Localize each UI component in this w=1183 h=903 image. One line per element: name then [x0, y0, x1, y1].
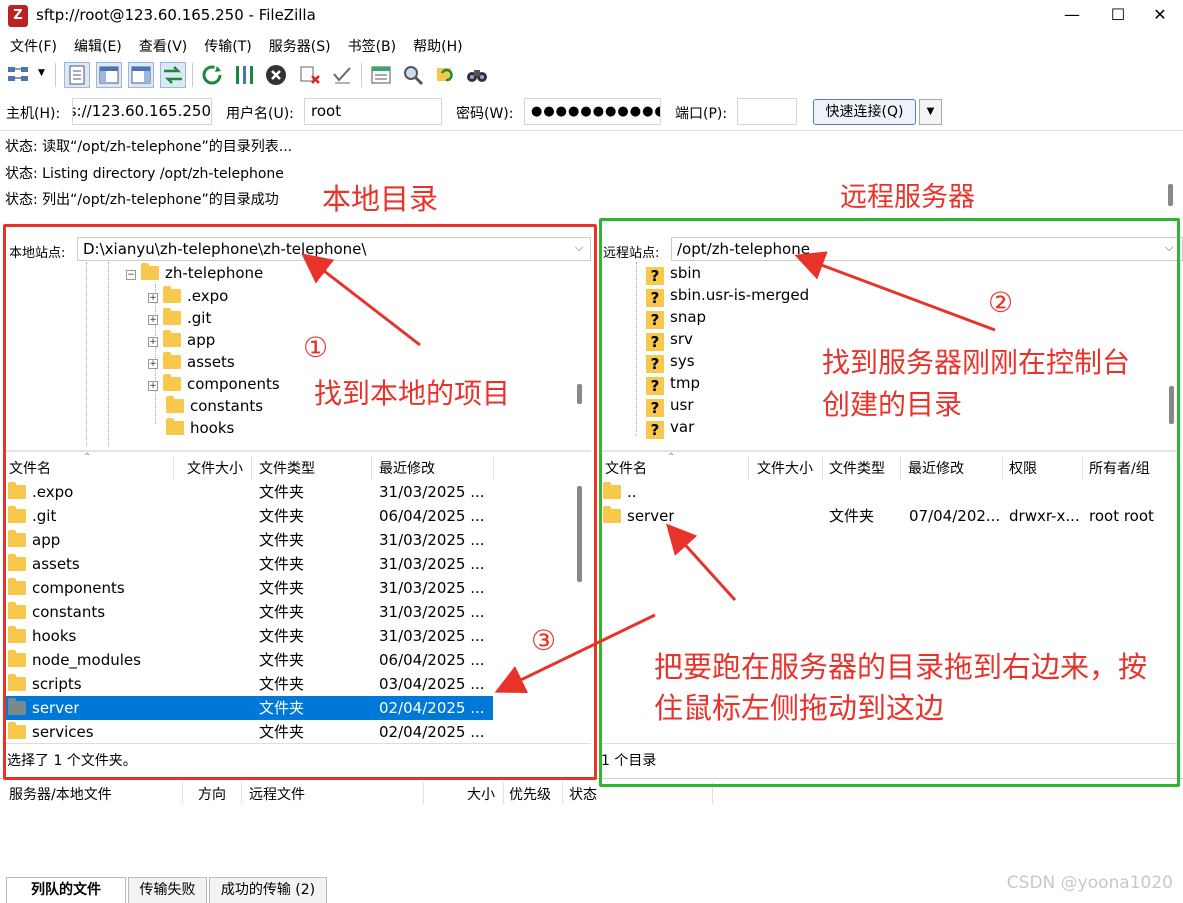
- process-queue-icon[interactable]: [231, 62, 257, 88]
- quickconnect-button[interactable]: 快速连接(Q): [813, 99, 916, 125]
- queue-col-size[interactable]: 大小: [467, 784, 495, 804]
- annotation-step-2-text: 找到服务器刚刚在控制台: [822, 346, 1131, 379]
- refresh-icon[interactable]: [199, 62, 225, 88]
- site-manager-icon[interactable]: [6, 62, 32, 88]
- menu-help[interactable]: 帮助(H): [407, 34, 468, 58]
- queue-col-file[interactable]: 服务器/本地文件: [9, 784, 112, 804]
- divider: [0, 130, 1183, 131]
- window-title: sftp://root@123.60.165.250 - FileZilla: [36, 6, 316, 24]
- annotation-step-2: ②: [988, 286, 1014, 319]
- toggle-local-tree-icon[interactable]: [96, 62, 122, 88]
- log-line: 状态: 读取“/opt/zh-telephone”的目录列表...: [5, 139, 293, 155]
- queue-col-status[interactable]: 状态: [569, 784, 597, 804]
- queue-col-direction[interactable]: 方向: [198, 784, 226, 804]
- annotation-step-3: ③: [531, 624, 557, 657]
- log-line: 状态: Listing directory /opt/zh-telephone: [5, 166, 284, 182]
- toggle-remote-tree-icon[interactable]: [128, 62, 154, 88]
- find-files-icon[interactable]: [464, 62, 490, 88]
- menu-bar: 文件(F) 编辑(E) 查看(V) 传输(T) 服务器(S) 书签(B) 帮助(…: [0, 34, 1183, 58]
- log-scrollbar[interactable]: [1162, 132, 1180, 218]
- port-input[interactable]: [737, 98, 797, 125]
- queue-scrollbar[interactable]: [1162, 782, 1180, 874]
- host-label: 主机(H):: [6, 106, 61, 122]
- synchronized-browsing-icon[interactable]: [432, 62, 458, 88]
- toolbar-separator: [192, 63, 193, 87]
- toolbar-separator: [55, 63, 56, 87]
- queue-col-priority[interactable]: 优先级: [509, 784, 551, 804]
- annotation-remote-title: 远程服务器: [840, 182, 975, 213]
- column-divider[interactable]: [423, 782, 424, 804]
- menu-server[interactable]: 服务器(S): [263, 34, 337, 58]
- annotation-step-1: ①: [303, 331, 329, 364]
- minimize-button[interactable]: —: [1049, 0, 1095, 32]
- filezilla-logo-icon: Z: [8, 5, 28, 27]
- annotation-local-title: 本地目录: [322, 182, 439, 216]
- site-manager-dropdown-icon[interactable]: ▼: [38, 68, 45, 78]
- directory-listing-filter-icon[interactable]: [368, 62, 394, 88]
- column-divider[interactable]: [503, 782, 504, 804]
- host-input[interactable]: s://123.60.165.250: [72, 98, 212, 125]
- tab-queued-files[interactable]: 列队的文件: [6, 877, 126, 903]
- menu-file[interactable]: 文件(F): [4, 34, 63, 58]
- menu-view[interactable]: 查看(V): [133, 34, 194, 58]
- menu-transfer[interactable]: 传输(T): [198, 34, 257, 58]
- column-divider[interactable]: [241, 782, 242, 804]
- watermark: CSDN @yoona1020: [1006, 873, 1173, 893]
- tab-successful-transfers[interactable]: 成功的传输 (2): [209, 877, 327, 903]
- quickconnect-history-dropdown[interactable]: ▼: [919, 99, 942, 125]
- toggle-queue-icon[interactable]: [160, 62, 186, 88]
- title-bar: Z sftp://root@123.60.165.250 - FileZilla…: [0, 0, 1183, 32]
- menu-edit[interactable]: 编辑(E): [68, 34, 128, 58]
- toolbar-separator: [361, 63, 362, 87]
- disconnect-icon[interactable]: [297, 62, 323, 88]
- port-label: 端口(P):: [675, 106, 728, 122]
- reconnect-icon[interactable]: [329, 62, 355, 88]
- close-button[interactable]: ✕: [1137, 0, 1183, 32]
- annotation-step-3-text: 住鼠标左侧拖动到这边: [654, 691, 945, 725]
- compare-directories-icon[interactable]: [400, 62, 426, 88]
- tab-failed-transfers[interactable]: 传输失败: [128, 877, 207, 903]
- annotation-step-2-text: 创建的目录: [822, 388, 963, 421]
- message-log: 状态: 读取“/opt/zh-telephone”的目录列表... 状态: Li…: [0, 132, 1160, 216]
- password-input[interactable]: ●●●●●●●●●●●: [524, 98, 661, 125]
- cancel-operation-icon[interactable]: [263, 62, 289, 88]
- queue-col-remote[interactable]: 远程文件: [249, 784, 305, 804]
- column-divider[interactable]: [562, 782, 563, 804]
- local-highlight-box: [3, 224, 597, 780]
- annotation-step-3-text: 把要跑在服务器的目录拖到右边来，按: [654, 650, 1148, 684]
- toggle-log-icon[interactable]: [64, 62, 90, 88]
- username-input[interactable]: root: [304, 98, 442, 125]
- maximize-button[interactable]: ☐: [1095, 0, 1141, 32]
- menu-bookmarks[interactable]: 书签(B): [342, 34, 403, 58]
- column-divider[interactable]: [182, 782, 183, 804]
- username-label: 用户名(U):: [226, 106, 294, 122]
- log-line: 状态: 列出“/opt/zh-telephone”的目录成功: [5, 192, 279, 208]
- toolbar: ▼: [0, 59, 1183, 91]
- annotation-step-1-text: 找到本地的项目: [314, 377, 511, 410]
- password-label: 密码(W):: [456, 106, 514, 122]
